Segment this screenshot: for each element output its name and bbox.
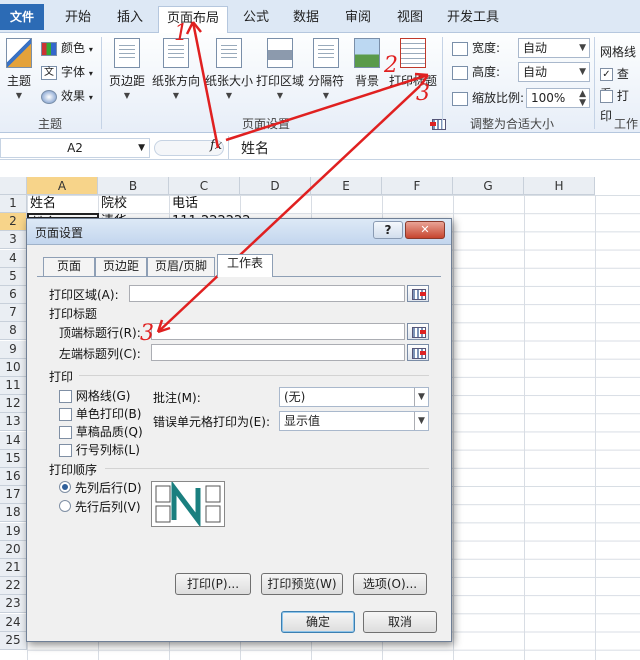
annotation-mark-3-top: 3	[416, 81, 430, 106]
annotation-mark-1: 1	[174, 21, 188, 46]
tab-sheet[interactable]: 工作表	[217, 254, 273, 277]
annotation-mark-3: 3	[140, 321, 154, 346]
arrow-to-rows-to-repeat	[157, 85, 421, 333]
annotation-mark-2: 2	[383, 53, 398, 78]
arrow-to-page-layout-tab	[191, 21, 220, 149]
annotation-overlay: 1 2 3 3	[140, 21, 430, 346]
